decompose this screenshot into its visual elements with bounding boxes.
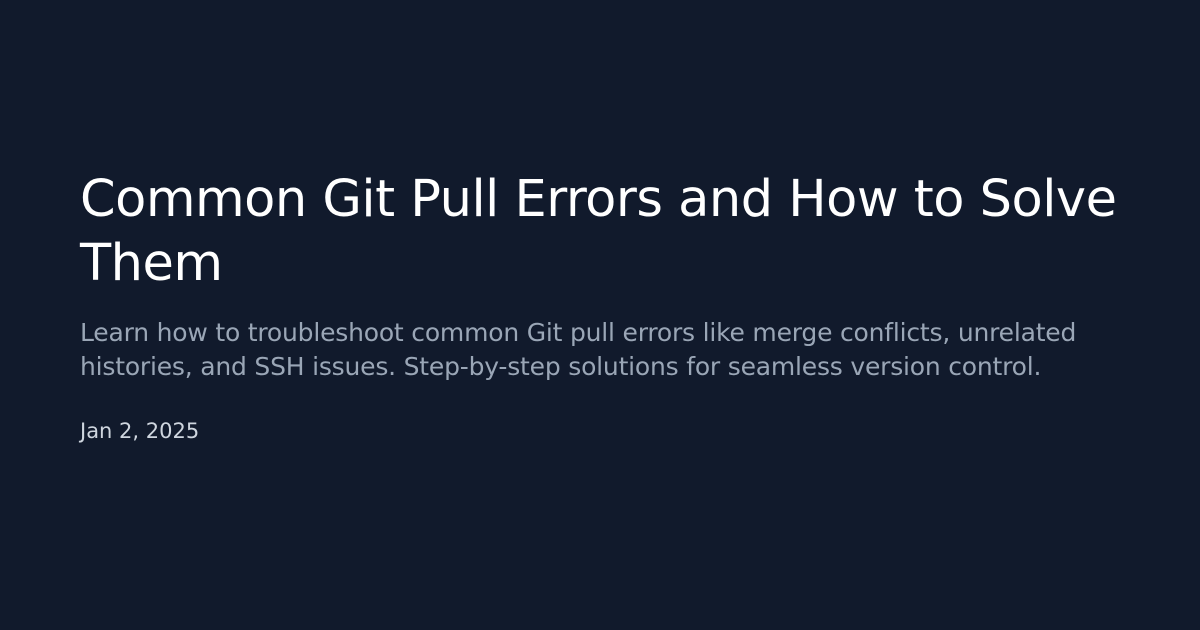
post-description: Learn how to troubleshoot common Git pul…	[80, 318, 1077, 381]
social-card: Common Git Pull Errors and How to Solve …	[0, 0, 1200, 630]
post-date: Jan 2, 2025	[80, 419, 200, 443]
post-title: Common Git Pull Errors and How to Solve …	[80, 170, 1117, 293]
card-content: Common Git Pull Errors and How to Solve …	[80, 168, 1120, 445]
